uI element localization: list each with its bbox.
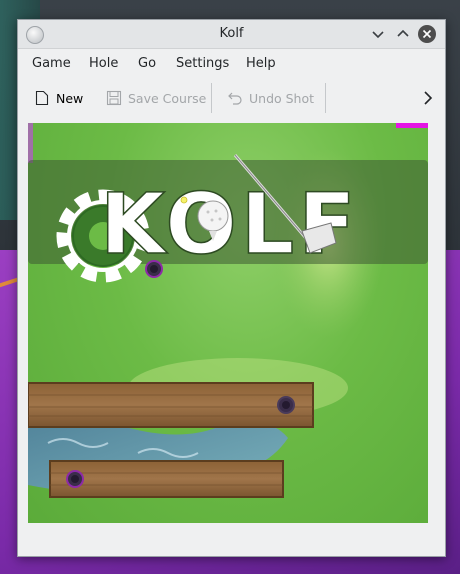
close-icon[interactable] <box>418 25 436 43</box>
new-button-label: New <box>56 90 84 106</box>
undo-shot-button[interactable]: Undo Shot <box>227 79 314 117</box>
wooden-wall <box>49 460 284 498</box>
save-course-button[interactable]: Save Course <box>106 79 206 117</box>
toolbar-separator <box>211 83 212 113</box>
undo-shot-label: Undo Shot <box>249 90 315 106</box>
corner-marker <box>396 123 428 128</box>
player-ball <box>180 196 188 204</box>
save-course-label: Save Course <box>128 90 207 106</box>
save-icon <box>106 90 122 106</box>
status-bar <box>18 528 445 556</box>
toolbar-overflow-chevron-right-icon[interactable] <box>418 88 438 108</box>
menu-go[interactable]: Go <box>138 49 156 79</box>
menu-settings[interactable]: Settings <box>176 49 229 79</box>
undo-icon <box>228 92 242 105</box>
menu-hole[interactable]: Hole <box>89 49 118 79</box>
menu-game[interactable]: Game <box>32 49 71 79</box>
main-toolbar: New Save Course Undo Shot <box>18 79 445 117</box>
wooden-wall <box>28 382 314 428</box>
golf-hole <box>145 260 163 278</box>
kolf-banner-text: KOLF <box>100 175 360 273</box>
golf-course-canvas[interactable]: KOLF <box>28 123 428 523</box>
golf-hole <box>66 470 84 488</box>
toolbar-separator <box>325 83 326 113</box>
menu-bar: Game Hole Go Settings Help <box>18 49 445 79</box>
kolf-window: Kolf Game Hole Go Settings Help New Save… <box>17 19 446 557</box>
menu-help[interactable]: Help <box>246 49 276 79</box>
new-button[interactable]: New <box>34 79 83 117</box>
title-bar[interactable]: Kolf <box>18 20 445 49</box>
minimize-icon[interactable] <box>369 25 387 43</box>
course-edge <box>28 123 33 163</box>
maximize-icon[interactable] <box>394 25 412 43</box>
new-document-icon <box>35 90 49 106</box>
golf-hole <box>277 396 295 414</box>
